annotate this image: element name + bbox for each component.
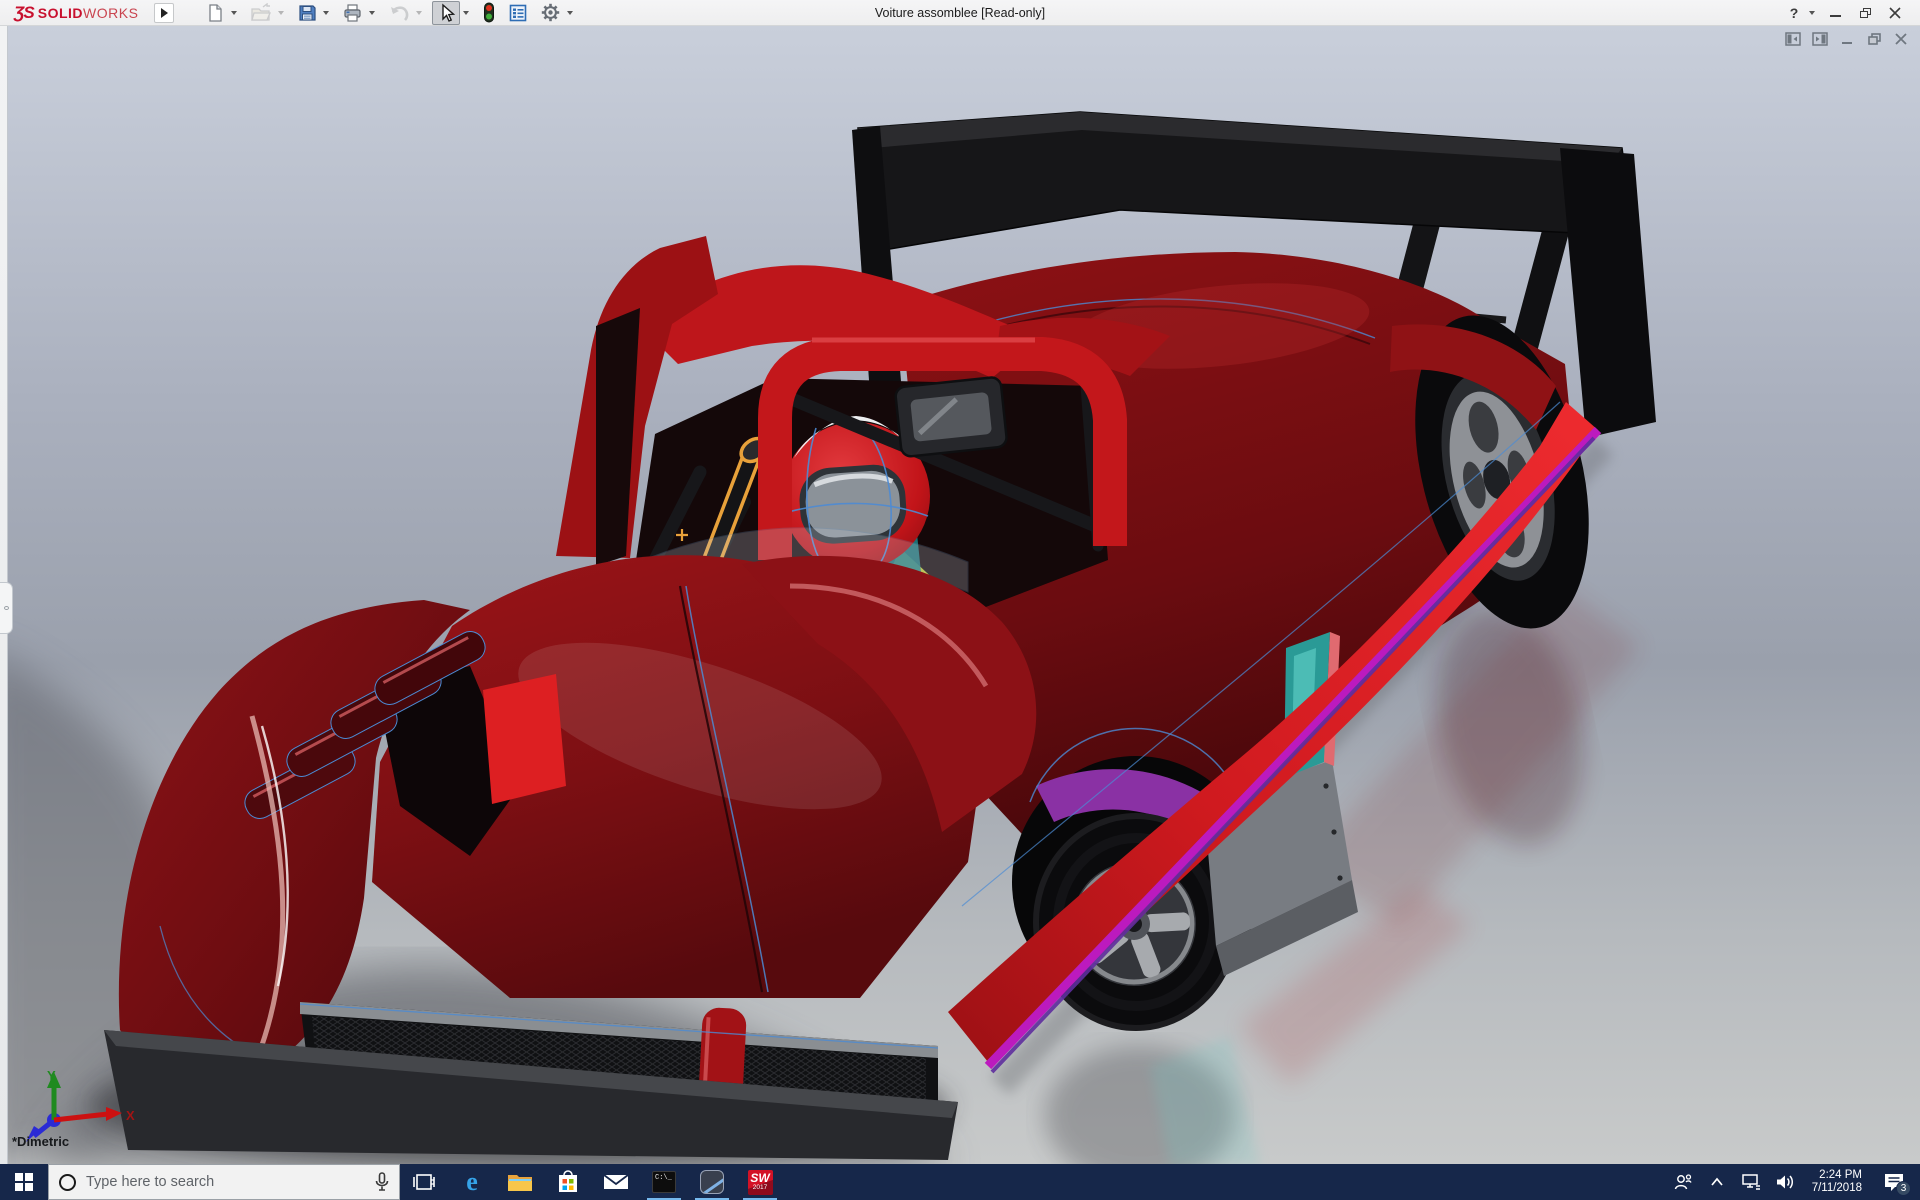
- undo-icon: [385, 1, 413, 25]
- rebuild-traffic-light-icon: [479, 0, 499, 25]
- store-icon: [559, 1170, 577, 1192]
- help-dropdown[interactable]: [1804, 2, 1820, 24]
- doc-close-button[interactable]: [1892, 31, 1910, 47]
- new-document-button[interactable]: [200, 0, 243, 26]
- collapse-pane-right-button[interactable]: [1811, 31, 1829, 47]
- select-dropdown[interactable]: [463, 10, 470, 15]
- rear-view-mirror[interactable]: [894, 376, 1008, 458]
- view-orientation-label: *Dimetric: [12, 1134, 70, 1149]
- taskbar-mail[interactable]: [592, 1164, 640, 1200]
- brand-solid: SOLID: [37, 4, 84, 21]
- solidworks-logo: ƷS SOLID WORKS: [0, 0, 148, 25]
- minimize-icon: [1829, 15, 1841, 17]
- close-icon: [1889, 6, 1901, 19]
- undo-dropdown[interactable]: [416, 10, 423, 15]
- minimize-button[interactable]: [1820, 2, 1850, 24]
- show-hidden-icons-chevron[interactable]: [1702, 1164, 1732, 1200]
- notification-badge: 3: [1896, 1181, 1911, 1196]
- system-tray: 2:24 PM 7/11/2018 3: [1668, 1164, 1920, 1200]
- taskbar-task-view[interactable]: [400, 1164, 448, 1200]
- taskbar-edge[interactable]: e: [448, 1164, 496, 1200]
- close-button[interactable]: [1880, 2, 1910, 24]
- document-window-controls: [1784, 31, 1910, 47]
- brand-works: WORKS: [83, 4, 139, 21]
- save-dropdown[interactable]: [323, 10, 330, 15]
- print-icon: [339, 1, 366, 25]
- restore-icon: [1859, 7, 1871, 18]
- cortana-icon: [59, 1173, 76, 1191]
- windows-taskbar: e C:\_: [0, 1164, 1920, 1200]
- window-controls: ?: [1784, 2, 1920, 24]
- collapse-pane-left-button[interactable]: [1784, 31, 1802, 47]
- gear-icon: [537, 0, 564, 25]
- undo-button[interactable]: [383, 0, 428, 26]
- task-pane-list-icon: [505, 1, 531, 25]
- open-dropdown[interactable]: [278, 10, 285, 15]
- taskbar-command-prompt[interactable]: C:\_: [640, 1164, 688, 1200]
- save-button[interactable]: [292, 0, 335, 26]
- print-dropdown[interactable]: [369, 10, 376, 15]
- file-explorer-icon: [508, 1175, 532, 1191]
- taskbar-file-explorer[interactable]: [496, 1164, 544, 1200]
- command-prompt-icon: C:\_: [652, 1171, 676, 1193]
- windows-logo-icon: [15, 1173, 33, 1191]
- open-icon: [247, 1, 275, 25]
- rebuild-button[interactable]: [477, 0, 501, 26]
- taskbar-search[interactable]: [48, 1164, 400, 1200]
- new-document-icon: [202, 1, 228, 25]
- taskbar-store[interactable]: [544, 1164, 592, 1200]
- restore-button[interactable]: [1850, 2, 1880, 24]
- tray-time: 2:24 PM: [1819, 1169, 1862, 1181]
- taskbar-edrawings[interactable]: [688, 1164, 736, 1200]
- model-viewport-canvas[interactable]: [0, 26, 1920, 1164]
- taskbar-solidworks[interactable]: SW 2017: [736, 1164, 784, 1200]
- graphics-viewport[interactable]: Y X *Dimetric: [0, 26, 1920, 1164]
- options-button[interactable]: [535, 0, 579, 26]
- network-icon[interactable]: [1736, 1164, 1766, 1200]
- mail-icon: [603, 1174, 629, 1189]
- select-cursor-icon: [432, 0, 461, 25]
- help-button[interactable]: ?: [1784, 2, 1804, 24]
- open-button[interactable]: [245, 0, 290, 26]
- volume-icon[interactable]: [1770, 1164, 1800, 1200]
- solidworks-2017-icon: SW 2017: [747, 1169, 773, 1195]
- print-button[interactable]: [337, 0, 381, 26]
- doc-restore-button[interactable]: [1865, 31, 1883, 47]
- task-view-icon: [413, 1174, 435, 1190]
- x-axis-label: X: [126, 1108, 135, 1123]
- taskbar-apps: e C:\_ SW 2017: [400, 1164, 784, 1200]
- menu-flyout-button[interactable]: [154, 2, 175, 23]
- new-document-dropdown[interactable]: [231, 10, 238, 15]
- y-axis-label: Y: [47, 1068, 56, 1083]
- bright-red-panel[interactable]: [483, 674, 566, 804]
- title-bar: ƷS SOLID WORKS Voiture assomblee [Read-o…: [0, 0, 1920, 26]
- flyout-arrow-icon: [160, 7, 168, 18]
- save-icon: [294, 1, 320, 25]
- search-input[interactable]: [86, 1174, 365, 1190]
- people-icon[interactable]: [1668, 1164, 1698, 1200]
- action-center-button[interactable]: 3: [1874, 1164, 1914, 1200]
- doc-minimize-button[interactable]: [1838, 31, 1856, 47]
- quick-access-toolbar: [200, 0, 579, 26]
- ds-logo-mark: ƷS: [14, 2, 35, 22]
- panel-expand-handle[interactable]: [0, 582, 13, 634]
- options-dropdown[interactable]: [567, 10, 574, 15]
- select-tool-button[interactable]: [430, 0, 475, 26]
- edge-icon: e: [466, 1167, 478, 1196]
- x-axis: [53, 1111, 109, 1123]
- task-pane-button[interactable]: [503, 0, 533, 26]
- microphone-icon[interactable]: [375, 1172, 389, 1192]
- start-button[interactable]: [0, 1164, 48, 1200]
- edrawings-icon: [700, 1170, 724, 1194]
- tray-date: 7/11/2018: [1811, 1182, 1862, 1194]
- handle-dot: [4, 606, 9, 610]
- tray-clock[interactable]: 2:24 PM 7/11/2018: [1804, 1169, 1870, 1195]
